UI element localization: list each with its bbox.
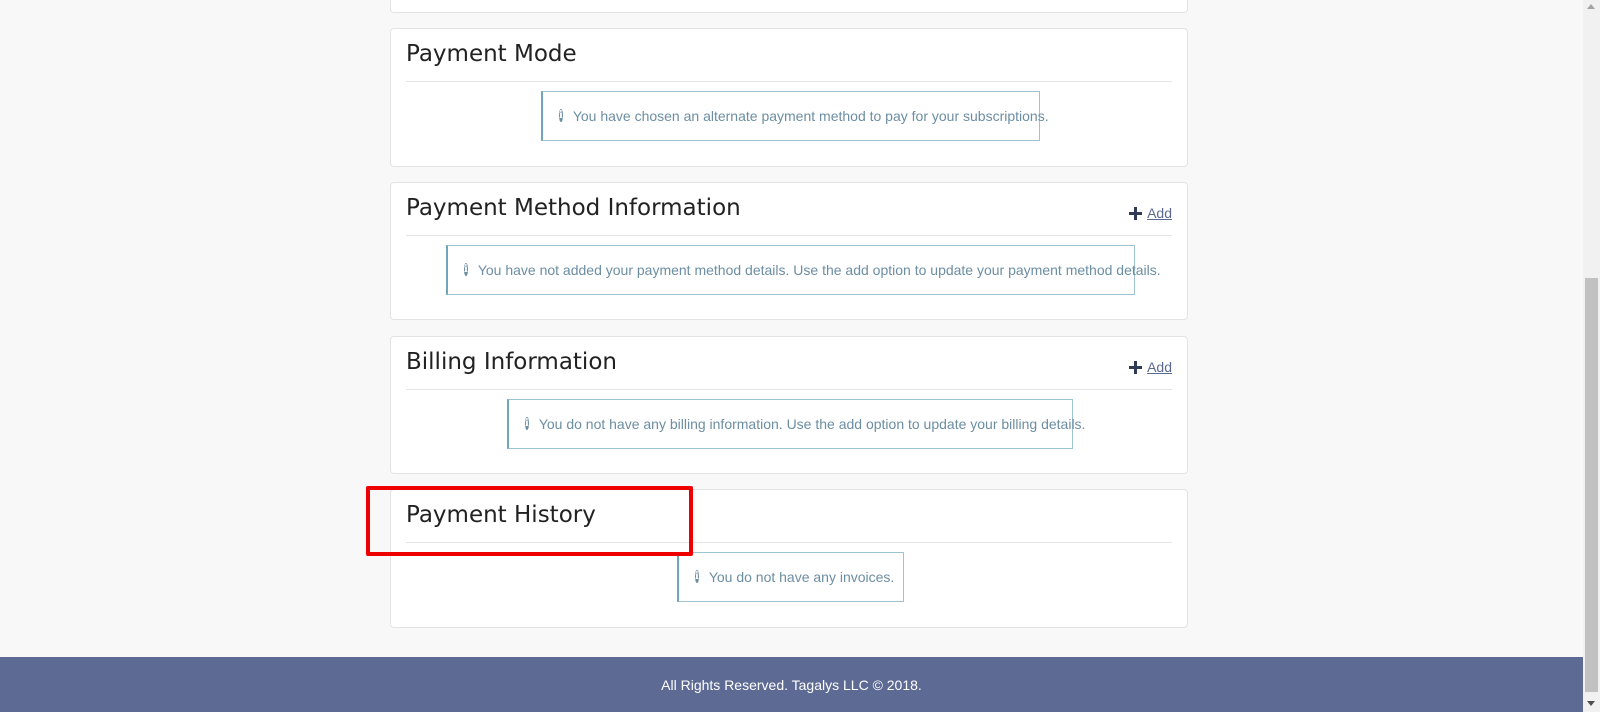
- footer-copyright: All Rights Reserved. Tagalys LLC © 2018.: [661, 676, 922, 693]
- payment-method-title: Payment Method Information: [406, 195, 741, 221]
- add-billing-link[interactable]: Add: [1129, 359, 1172, 375]
- add-payment-method-label: Add: [1147, 205, 1172, 221]
- add-payment-method-link[interactable]: Add: [1129, 205, 1172, 221]
- payment-mode-panel: Payment Mode i You have chosen an altern…: [390, 28, 1188, 167]
- scroll-up-arrow-icon[interactable]: [1587, 4, 1595, 9]
- payment-mode-header: Payment Mode: [406, 29, 1172, 82]
- billing-message: You do not have any billing information.…: [538, 416, 1086, 432]
- payment-method-header: Payment Method Information Add: [406, 183, 1172, 236]
- main-content: Payment Mode i You have chosen an altern…: [0, 0, 1583, 657]
- billing-panel: Billing Information Add i You do not hav…: [390, 336, 1188, 474]
- payment-mode-message: You have chosen an alternate payment met…: [572, 108, 1049, 124]
- billing-info-alert: i You do not have any billing informatio…: [507, 399, 1085, 449]
- vertical-scrollbar[interactable]: [1583, 0, 1600, 712]
- scroll-down-arrow-icon[interactable]: [1587, 701, 1595, 706]
- payment-mode-title: Payment Mode: [406, 41, 577, 67]
- info-icon: i: [559, 108, 563, 122]
- billing-header: Billing Information Add: [406, 337, 1172, 390]
- info-icon: i: [525, 416, 529, 430]
- plus-icon: [1129, 206, 1143, 220]
- payment-mode-info-alert: i You have chosen an alternate payment m…: [541, 91, 1049, 141]
- info-icon: i: [464, 262, 468, 276]
- payment-history-message: You do not have any invoices.: [708, 569, 895, 585]
- payment-history-highlight-box: [366, 486, 693, 556]
- payment-method-panel: Payment Method Information Add i You hav…: [390, 182, 1188, 320]
- payment-method-info-alert: i You have not added your payment method…: [446, 245, 1161, 295]
- plus-icon: [1129, 360, 1143, 374]
- payment-history-info-alert: i You do not have any invoices.: [677, 552, 904, 602]
- billing-title: Billing Information: [406, 349, 617, 375]
- scrollbar-thumb[interactable]: [1585, 278, 1598, 692]
- payment-method-message: You have not added your payment method d…: [477, 262, 1161, 278]
- info-icon: i: [695, 569, 699, 583]
- page-viewport: Payment Mode i You have chosen an altern…: [0, 0, 1600, 712]
- previous-panel-edge: [390, 0, 1188, 13]
- page-footer: All Rights Reserved. Tagalys LLC © 2018.: [0, 657, 1583, 712]
- add-billing-label: Add: [1147, 359, 1172, 375]
